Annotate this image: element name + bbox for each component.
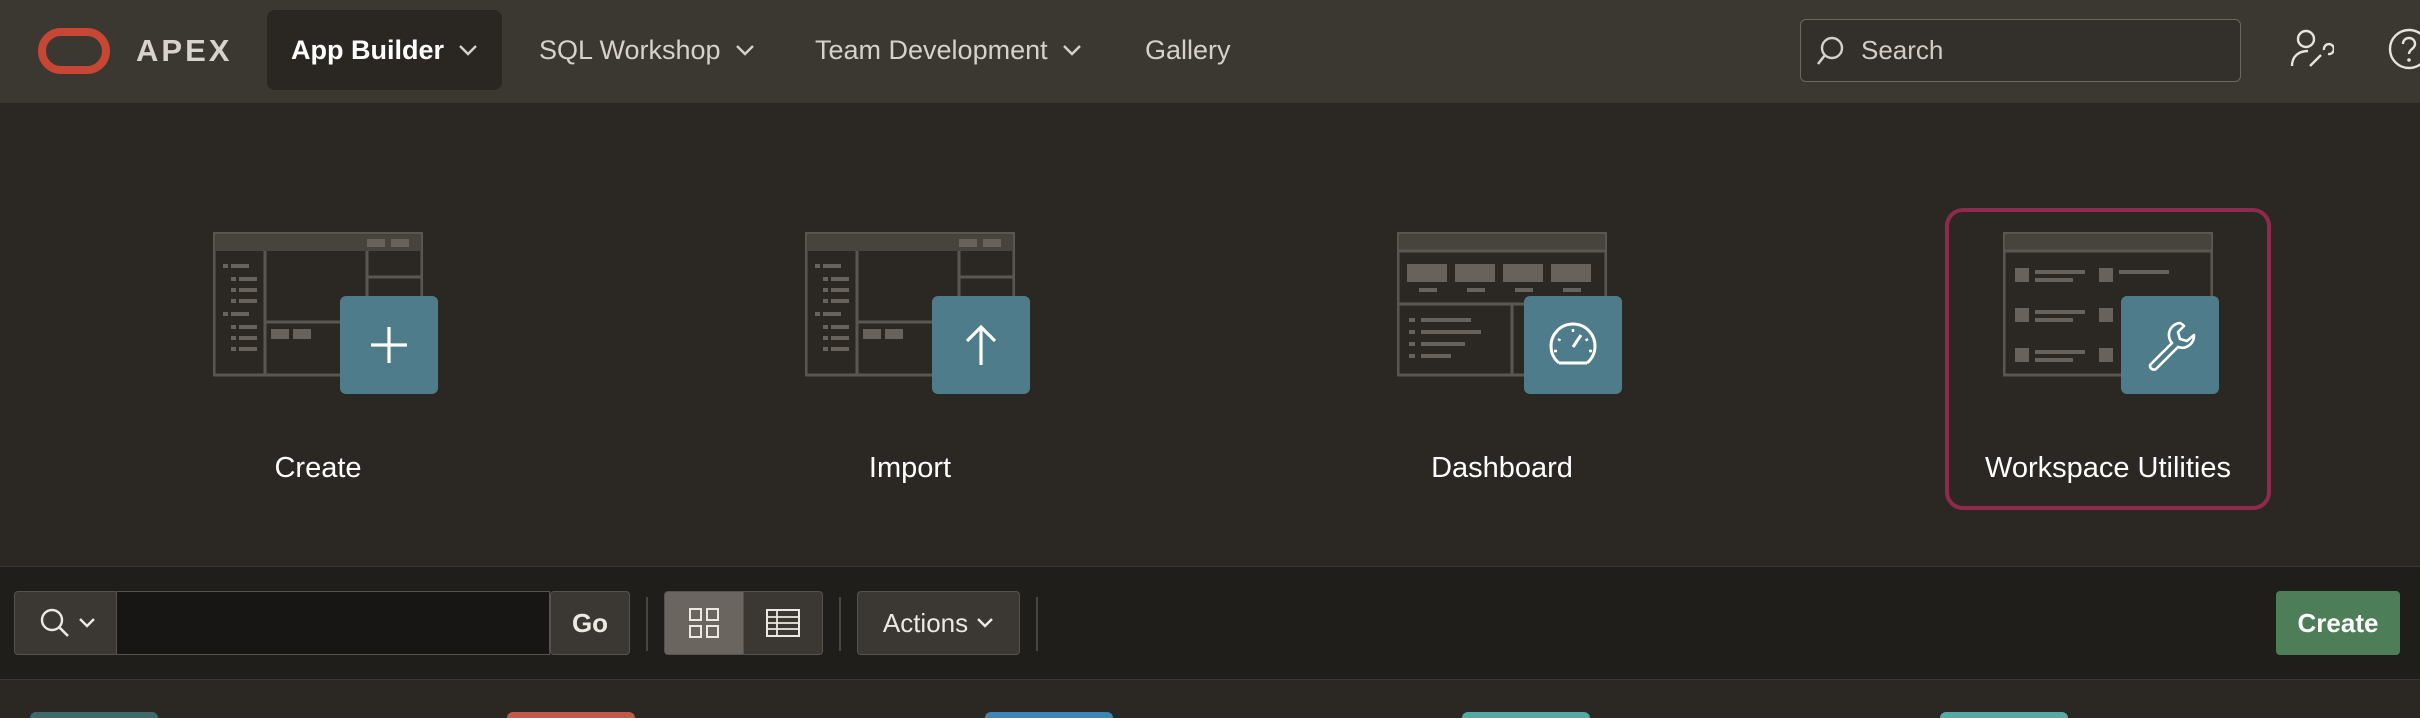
create-badge	[340, 296, 438, 394]
search-icon	[40, 608, 69, 637]
import-badge	[932, 296, 1030, 394]
plus-icon	[371, 327, 407, 363]
create-button[interactable]: Create	[2276, 591, 2400, 655]
tile-workspace-utilities-label: Workspace Utilities	[1984, 452, 2232, 484]
chevron-down-icon	[1062, 45, 1081, 56]
nav-gallery[interactable]: Gallery	[1121, 10, 1255, 90]
report-view-button[interactable]	[743, 591, 823, 655]
go-button[interactable]: Go	[550, 591, 630, 655]
gauge-icon	[1549, 322, 1597, 365]
app-card-peek[interactable]	[985, 712, 1113, 718]
tile-create-label: Create	[274, 452, 362, 484]
tile-import[interactable]: Import	[747, 208, 1073, 510]
app-card-peek[interactable]	[30, 712, 158, 718]
nav-team-development[interactable]: Team Development	[791, 10, 1106, 90]
toolbar-divider	[839, 597, 841, 651]
report-view-icon	[766, 609, 800, 637]
global-search-input[interactable]	[1861, 35, 2221, 66]
global-search[interactable]	[1800, 19, 2241, 82]
report-toolbar: Go Actions Create	[0, 566, 2420, 680]
brand-name[interactable]: APEX	[136, 30, 232, 72]
nav-team-development-label: Team Development	[815, 34, 1048, 65]
search-column-dropdown[interactable]	[14, 591, 118, 655]
app-card-peek[interactable]	[1940, 712, 2068, 718]
user-wrench-icon[interactable]	[2288, 26, 2334, 72]
nav-app-builder[interactable]: App Builder	[267, 10, 502, 90]
chevron-down-icon	[79, 618, 95, 628]
chevron-down-icon	[977, 618, 993, 628]
app-card-peek[interactable]	[507, 712, 635, 718]
dashboard-badge	[1524, 296, 1622, 394]
top-header: APEX App Builder SQL Workshop Team Devel…	[0, 0, 2420, 104]
nav-gallery-label: Gallery	[1145, 34, 1231, 65]
nav-app-builder-label: App Builder	[291, 34, 444, 65]
tile-import-label: Import	[868, 452, 952, 484]
go-button-label: Go	[571, 607, 609, 638]
nav-sql-workshop-label: SQL Workshop	[539, 34, 721, 65]
grid-view-icon	[689, 608, 719, 638]
chevron-down-icon	[735, 45, 754, 56]
actions-menu-button[interactable]: Actions	[857, 591, 1020, 655]
oracle-logo-icon[interactable]	[38, 28, 110, 74]
toolbar-divider	[1036, 597, 1038, 651]
tile-workspace-utilities[interactable]: Workspace Utilities	[1945, 208, 2271, 510]
grid-view-button[interactable]	[664, 591, 744, 655]
wrench-icon	[2148, 321, 2196, 371]
arrow-up-icon	[965, 324, 997, 365]
help-icon[interactable]	[2386, 26, 2420, 72]
create-button-label: Create	[2297, 607, 2379, 638]
workspace-utilities-badge	[2121, 296, 2219, 394]
search-icon	[1816, 36, 1844, 65]
actions-menu-label: Actions	[882, 607, 969, 638]
tile-dashboard[interactable]: Dashboard	[1339, 208, 1665, 510]
report-search-input[interactable]	[116, 591, 550, 655]
tile-dashboard-label: Dashboard	[1431, 452, 1573, 484]
toolbar-divider	[646, 597, 648, 651]
chevron-down-icon	[459, 45, 477, 56]
tile-create[interactable]: Create	[155, 208, 481, 510]
app-card-peek[interactable]	[1462, 712, 1590, 718]
nav-sql-workshop[interactable]: SQL Workshop	[515, 10, 779, 90]
